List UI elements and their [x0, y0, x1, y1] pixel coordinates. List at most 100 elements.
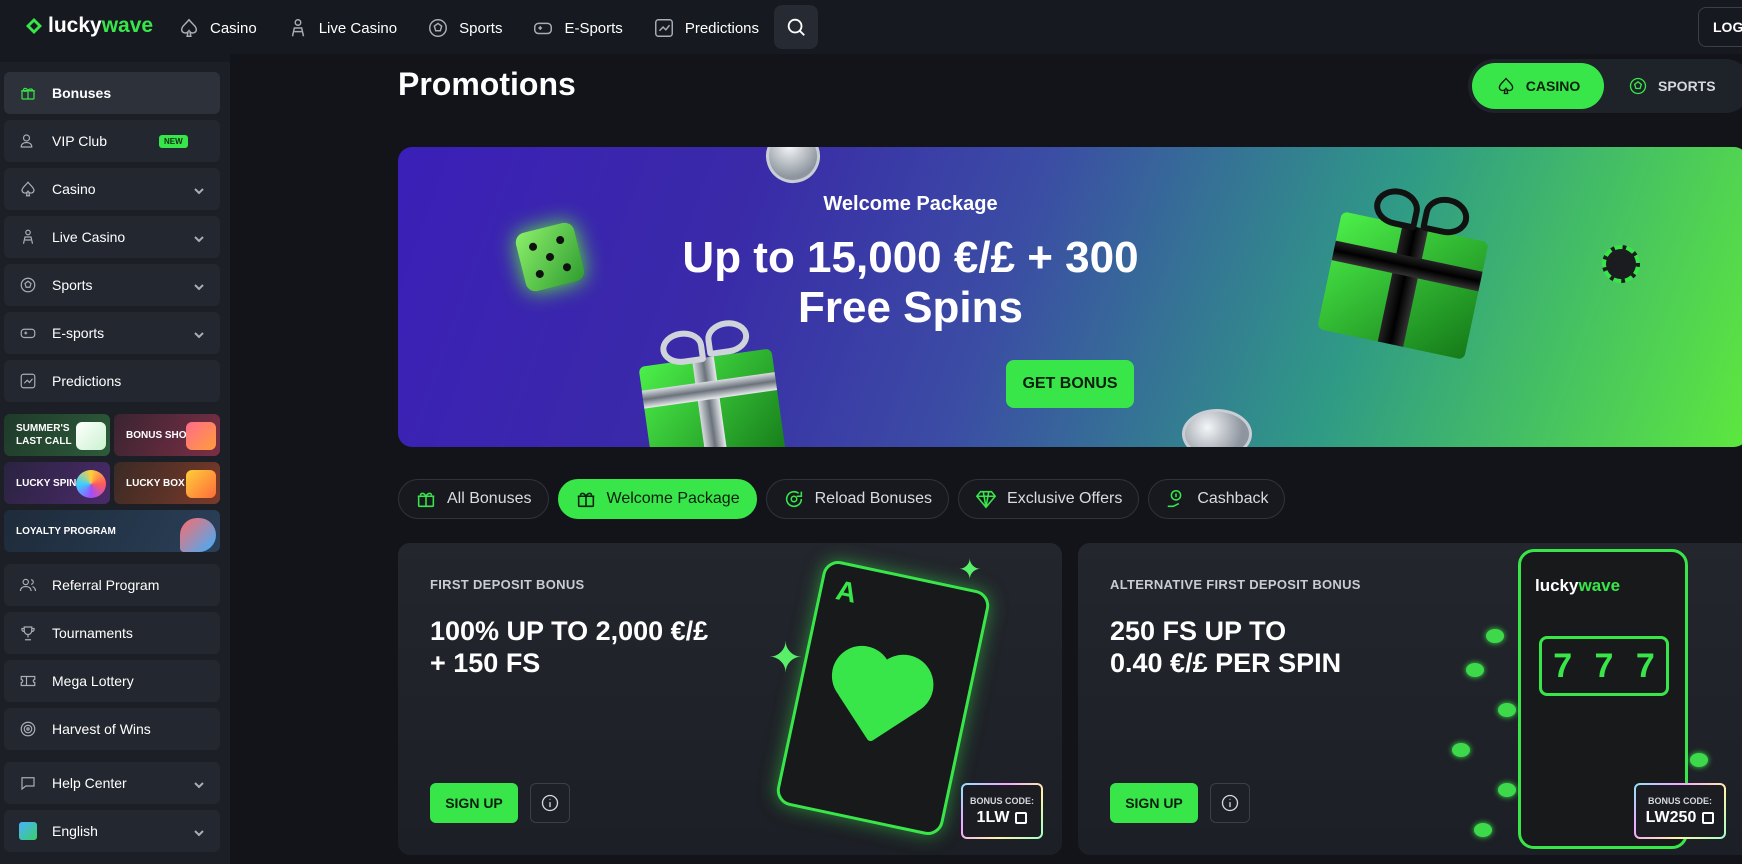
sidebar-item-referral-program[interactable]: Referral Program — [4, 564, 220, 606]
filter-label: Cashback — [1197, 490, 1269, 507]
sidebar-item-sports[interactable]: Sports — [4, 264, 220, 306]
logo-text-wave: wave — [101, 14, 154, 37]
page-title: Promotions — [398, 66, 576, 102]
nav-esports[interactable]: E-Sports — [532, 17, 623, 39]
sidebar-item-harvest-of-wins[interactable]: Harvest of Wins — [4, 708, 220, 750]
trend-chart-icon — [18, 371, 38, 391]
shopping-bag-icon — [186, 422, 216, 450]
coin-decoration — [1474, 823, 1492, 837]
sidebar-item-esports[interactable]: E-sports — [4, 312, 220, 354]
soccer-ball-icon — [429, 19, 448, 37]
users-icon — [18, 575, 38, 595]
hero-subtitle: Welcome Package — [823, 193, 998, 215]
filter-all-bonuses[interactable]: All Bonuses — [398, 479, 549, 519]
card-title-line2: + 150 FS — [430, 648, 541, 678]
nav-predictions[interactable]: Predictions — [653, 17, 759, 39]
info-icon — [1221, 794, 1239, 812]
gift-icon — [417, 492, 435, 508]
toggle-sports[interactable]: SPORTS — [1628, 63, 1716, 109]
sidebar-item-label: Sports — [52, 277, 93, 293]
filter-welcome-package[interactable]: Welcome Package — [557, 479, 757, 519]
reload-icon — [785, 490, 802, 508]
ticket-icon — [18, 671, 38, 691]
logo-icon — [26, 18, 42, 34]
hero-banner[interactable]: Welcome Package Up to 15,000 €/£ + 300 F… — [398, 147, 1742, 447]
sidebar-item-label: Harvest of Wins — [52, 721, 151, 737]
sign-up-button[interactable]: SIGN UP — [430, 783, 518, 823]
tile-loyalty-program[interactable]: LOYALTY PROGRAM — [4, 510, 220, 552]
toggle-casino[interactable]: CASINO — [1472, 63, 1604, 109]
gift-open-icon — [577, 492, 594, 508]
filter-label: Welcome Package — [606, 490, 740, 507]
tile-label: LUCKY BOX — [126, 477, 185, 489]
trend-chart-icon — [654, 19, 673, 37]
card-title: 100% UP TO 2,000 €/£ + 150 FS — [430, 615, 708, 679]
filter-label: All Bonuses — [447, 490, 532, 507]
sidebar-item-mega-lottery[interactable]: Mega Lottery — [4, 660, 220, 702]
spade-icon — [1498, 77, 1514, 95]
sidebar-item-casino[interactable]: Casino — [4, 168, 220, 210]
copy-icon — [1015, 811, 1028, 824]
tile-label: BONUS SHOP — [126, 429, 194, 441]
nav-predictions-label: Predictions — [684, 19, 760, 37]
filter-reload-bonuses[interactable]: Reload Bonuses — [765, 479, 950, 519]
sidebar-item-label: Casino — [52, 181, 96, 197]
sidebar-item-label: Bonuses — [52, 85, 112, 101]
nav-casino[interactable]: Casino — [178, 17, 257, 39]
filter-cashback[interactable]: Cashback — [1148, 479, 1286, 519]
top-nav: Casino Live Casino Sports E-Sports Predi… — [178, 8, 759, 48]
nav-live-casino[interactable]: Live Casino — [287, 17, 397, 39]
sidebar-item-bonuses[interactable]: Bonuses — [4, 72, 220, 114]
bonus-card-first-deposit: ✦ ✦ A FIRST DEPOSIT BONUS 100% UP TO 2,0… — [398, 543, 1062, 855]
get-bonus-button[interactable]: GET BONUS — [1006, 360, 1134, 408]
coin-decoration — [1498, 783, 1516, 797]
tile-lucky-box[interactable]: LUCKY BOX — [114, 462, 220, 504]
bonus-code-box[interactable]: BONUS CODE: LW250 — [1634, 783, 1726, 839]
sidebar-item-label: E-sports — [52, 325, 105, 341]
logo[interactable]: lucky wave — [24, 14, 153, 38]
new-badge: NEW — [159, 134, 188, 148]
login-button[interactable]: LOG — [1698, 7, 1742, 47]
info-button[interactable] — [530, 783, 570, 823]
sidebar-item-label: Tournaments — [52, 625, 133, 641]
playing-card-illustration: A — [773, 558, 993, 838]
sparkle-icon: ✦ — [768, 634, 804, 681]
tile-bonus-shop[interactable]: BONUS SHOP — [114, 414, 220, 456]
slot-reels: 7 7 7 — [1539, 636, 1669, 696]
info-button[interactable] — [1210, 783, 1250, 823]
language-selector[interactable]: English — [4, 810, 220, 852]
tile-summers-last-call[interactable]: SUMMER'S LAST CALL — [4, 414, 110, 456]
nav-sports[interactable]: Sports — [427, 17, 502, 39]
sidebar-item-help-center[interactable]: Help Center — [4, 762, 220, 804]
filter-exclusive-offers[interactable]: Exclusive Offers — [958, 479, 1140, 519]
sidebar: Bonuses VIP Club NEW Casino Live Casino … — [0, 62, 230, 864]
sidebar-item-tournaments[interactable]: Tournaments — [4, 612, 220, 654]
map-pin-icon — [180, 518, 216, 552]
soccer-ball-icon — [18, 275, 38, 295]
chevron-down-icon — [194, 231, 204, 243]
slot-brand-lucky: lucky — [1535, 576, 1579, 595]
chevron-down-icon — [194, 777, 204, 789]
sidebar-item-label: VIP Club — [52, 133, 107, 149]
info-icon — [541, 794, 559, 812]
bonus-code-box[interactable]: BONUS CODE: 1LW — [961, 783, 1043, 839]
sidebar-item-predictions[interactable]: Predictions — [4, 360, 220, 402]
chevron-down-icon — [194, 327, 204, 339]
sidebar-item-live-casino[interactable]: Live Casino — [4, 216, 220, 258]
tile-lucky-spin[interactable]: LUCKY SPIN — [4, 462, 110, 504]
bonus-code-value: LW250 — [1645, 808, 1697, 826]
chevron-down-icon — [194, 279, 204, 291]
card-letter: A — [833, 574, 860, 609]
top-bar: lucky wave Casino Live Casino Sports E-Sp… — [0, 0, 1742, 54]
search-button[interactable] — [774, 5, 818, 49]
dealer-icon — [18, 227, 38, 247]
sidebar-item-vip-club[interactable]: VIP Club NEW — [4, 120, 220, 162]
sign-up-button[interactable]: SIGN UP — [1110, 783, 1198, 823]
card-title: 250 FS UP TO 0.40 €/£ PER SPIN — [1110, 615, 1341, 679]
card-kicker: FIRST DEPOSIT BONUS — [430, 577, 585, 592]
slot-reel: 7 — [1553, 646, 1573, 685]
hero-headline-line1: Up to 15,000 €/£ + 300 — [682, 233, 1139, 282]
bonus-code-value: 1LW — [976, 808, 1010, 826]
globe-icon — [18, 821, 38, 841]
slot-reel: 7 — [1635, 646, 1655, 685]
